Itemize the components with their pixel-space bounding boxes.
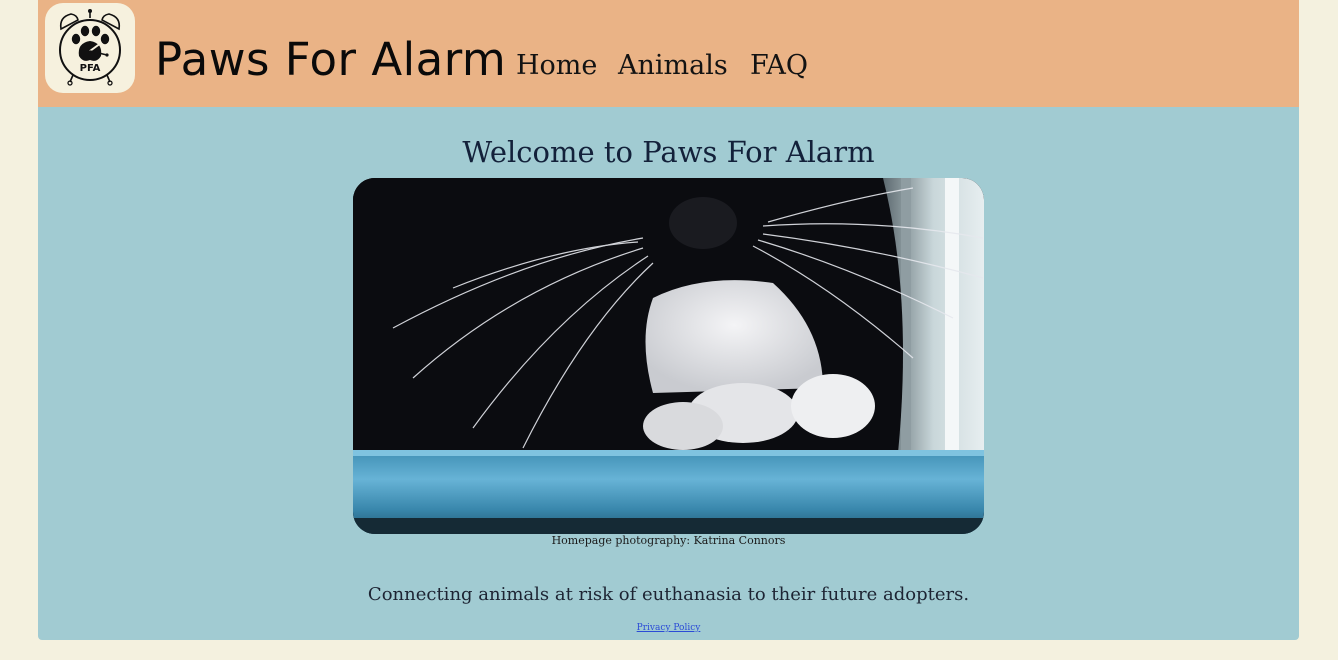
tagline: Connecting animals at risk of euthanasia… bbox=[367, 584, 970, 605]
page-container: PFA Paws For Alarm Home Animals FAQ Welc… bbox=[38, 0, 1299, 640]
hero-image bbox=[353, 178, 984, 534]
nav-item-home[interactable]: Home bbox=[516, 46, 597, 86]
site-logo[interactable]: PFA bbox=[45, 3, 135, 93]
alarm-clock-paw-icon bbox=[59, 9, 121, 86]
tuxedo-cat-photo-icon bbox=[353, 178, 984, 534]
site-header: PFA Paws For Alarm Home Animals FAQ bbox=[38, 0, 1299, 107]
site-title[interactable]: Paws For Alarm bbox=[155, 30, 506, 90]
photo-credit: Homepage photography: Katrina Connors bbox=[551, 534, 786, 547]
nav-item-faq[interactable]: FAQ bbox=[750, 46, 808, 86]
nav-item-animals[interactable]: Animals bbox=[618, 46, 728, 86]
page-title: Welcome to Paws For Alarm bbox=[462, 135, 875, 169]
footer: Privacy Policy bbox=[38, 622, 1299, 634]
privacy-policy-link[interactable]: Privacy Policy bbox=[637, 623, 701, 633]
logo-text: PFA bbox=[79, 63, 101, 74]
